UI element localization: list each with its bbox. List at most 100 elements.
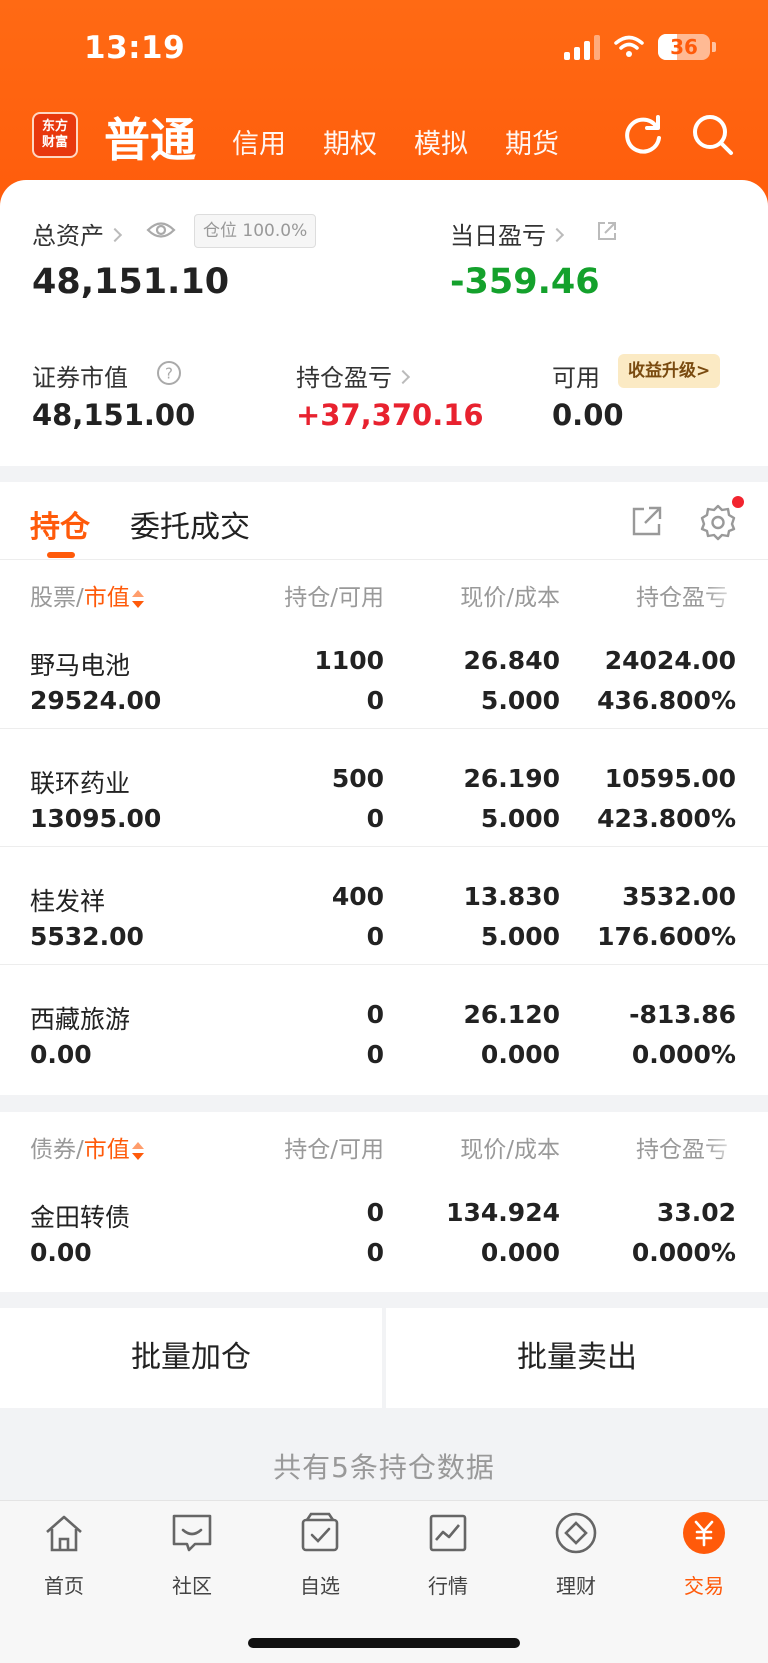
settings-gear-icon[interactable] bbox=[698, 502, 738, 542]
wealth-icon bbox=[555, 1512, 597, 1554]
stock-cost: 0.000 bbox=[480, 1040, 560, 1069]
community-icon bbox=[172, 1514, 212, 1552]
stock-name: 西藏旅游 bbox=[30, 1005, 131, 1034]
stock-qty: 1100 bbox=[314, 646, 384, 675]
stock-pl-pct: 423.800% bbox=[597, 804, 736, 833]
search-icon[interactable] bbox=[690, 112, 736, 158]
daily-pl-label-text: 当日盈亏 bbox=[450, 222, 546, 250]
account-tab-options[interactable]: 期权 bbox=[323, 122, 377, 161]
sort-icon bbox=[131, 589, 144, 608]
nav-item-home[interactable]: 首页 bbox=[14, 1510, 114, 1599]
home-icon bbox=[46, 1515, 82, 1552]
total-assets-label[interactable]: 总资产 bbox=[32, 216, 123, 251]
battery-nub bbox=[712, 42, 716, 52]
refresh-icon[interactable] bbox=[620, 112, 666, 158]
bond-qty: 0 bbox=[366, 1198, 384, 1227]
stock-pl-pct: 176.600% bbox=[597, 922, 736, 951]
svg-text:?: ? bbox=[165, 365, 173, 383]
stock-cost: 5.000 bbox=[480, 804, 560, 833]
bond-cost: 0.000 bbox=[480, 1238, 560, 1267]
stock-available: 0 bbox=[366, 922, 384, 951]
account-tab-credit[interactable]: 信用 bbox=[232, 122, 286, 161]
header-fade bbox=[704, 576, 744, 606]
signal-icon bbox=[564, 34, 600, 60]
stock-pl-pct: 0.000% bbox=[631, 1040, 736, 1069]
stock-available: 0 bbox=[366, 1040, 384, 1069]
stock-qty: 400 bbox=[331, 882, 384, 911]
bond-market-value: 0.00 bbox=[30, 1238, 92, 1267]
tab-active-indicator bbox=[47, 552, 75, 558]
tab-orders[interactable]: 委托成交 bbox=[130, 502, 250, 546]
home-indicator bbox=[248, 1638, 520, 1648]
upgrade-returns-badge[interactable]: 收益升级> bbox=[618, 354, 721, 388]
stock-col-name-prefix: 股票/ bbox=[30, 585, 84, 611]
account-tab-normal[interactable]: 普通 bbox=[104, 104, 196, 170]
nav-label: 理财 bbox=[556, 1574, 596, 1598]
chevron-right-icon bbox=[107, 227, 123, 243]
row-divider bbox=[0, 846, 768, 847]
holding-pl-value: +37,370.16 bbox=[296, 398, 484, 432]
stock-col-name-header[interactable]: 股票/市值 bbox=[30, 578, 144, 612]
market-value-label: 证券市值 bbox=[32, 364, 128, 392]
eye-icon[interactable] bbox=[146, 220, 176, 240]
stock-price: 26.840 bbox=[463, 646, 560, 675]
position-ratio-badge: 仓位 100.0% bbox=[194, 214, 317, 248]
header-fade bbox=[704, 1128, 744, 1158]
bond-pl-pct: 0.000% bbox=[631, 1238, 736, 1267]
stock-market-value: 5532.00 bbox=[30, 922, 144, 951]
nav-item-trade[interactable]: 交易 bbox=[654, 1510, 754, 1599]
stock-pl-pct: 436.800% bbox=[597, 686, 736, 715]
bond-col-qty-header: 持仓/可用 bbox=[284, 1137, 384, 1163]
wifi-icon bbox=[614, 35, 644, 57]
stock-name: 桂发祥 bbox=[30, 887, 106, 916]
section-gap bbox=[0, 1095, 768, 1111]
nav-label: 首页 bbox=[44, 1574, 84, 1598]
chevron-right-icon bbox=[549, 227, 565, 243]
tab-holdings[interactable]: 持仓 bbox=[30, 502, 90, 546]
nav-item-community[interactable]: 社区 bbox=[142, 1510, 242, 1599]
stock-qty: 500 bbox=[331, 764, 384, 793]
stock-col-qty-header: 持仓/可用 bbox=[284, 585, 384, 611]
status-time: 13:19 bbox=[84, 30, 186, 66]
nav-item-market[interactable]: 行情 bbox=[398, 1510, 498, 1599]
stock-price: 26.120 bbox=[463, 1000, 560, 1029]
logo-text-line2: 财富 bbox=[41, 135, 68, 150]
battery-level: 36 bbox=[670, 35, 698, 59]
bond-col-name-prefix: 债券/ bbox=[30, 1137, 84, 1163]
app-logo: 东方 财富 bbox=[32, 112, 78, 158]
divider bbox=[0, 559, 768, 560]
holding-pl-label[interactable]: 持仓盈亏 bbox=[296, 358, 411, 393]
stock-col-price-header: 现价/成本 bbox=[460, 585, 560, 611]
stock-market-value: 29524.00 bbox=[30, 686, 162, 715]
stock-qty: 0 bbox=[366, 1000, 384, 1029]
row-divider bbox=[0, 964, 768, 965]
daily-pl-label[interactable]: 当日盈亏 bbox=[450, 216, 565, 251]
stock-pl: 24024.00 bbox=[604, 646, 736, 675]
stock-price: 13.830 bbox=[463, 882, 560, 911]
bond-price: 134.924 bbox=[446, 1198, 560, 1227]
logo-text-line1: 东方 bbox=[41, 119, 68, 134]
account-tab-simulated[interactable]: 模拟 bbox=[414, 122, 468, 161]
help-icon[interactable]: ? bbox=[156, 360, 182, 386]
bond-pl: 33.02 bbox=[656, 1198, 736, 1227]
stock-name: 野马电池 bbox=[30, 651, 131, 680]
nav-label: 行情 bbox=[428, 1574, 468, 1598]
share-icon[interactable] bbox=[596, 220, 618, 242]
bond-col-name-accent: 市值 bbox=[83, 1137, 130, 1163]
bond-col-name-header[interactable]: 债券/市值 bbox=[30, 1130, 144, 1164]
market-value: 48,151.00 bbox=[32, 398, 196, 432]
nav-item-watchlist[interactable]: 自选 bbox=[270, 1510, 370, 1599]
stock-col-name-accent: 市值 bbox=[83, 585, 130, 611]
holding-pl-label-text: 持仓盈亏 bbox=[296, 364, 392, 392]
batch-add-button[interactable]: 批量加仓 bbox=[0, 1308, 382, 1408]
nav-item-wealth[interactable]: 理财 bbox=[526, 1510, 626, 1599]
nav-label: 社区 bbox=[172, 1574, 212, 1598]
total-assets-label-text: 总资产 bbox=[32, 222, 104, 250]
account-tab-futures[interactable]: 期货 bbox=[505, 122, 559, 161]
batch-sell-button[interactable]: 批量卖出 bbox=[386, 1308, 768, 1408]
stock-cost: 5.000 bbox=[480, 686, 560, 715]
stock-market-value: 13095.00 bbox=[30, 804, 162, 833]
export-icon[interactable] bbox=[630, 504, 664, 538]
watchlist-icon bbox=[301, 1512, 339, 1552]
status-icons: 36 bbox=[564, 34, 716, 60]
